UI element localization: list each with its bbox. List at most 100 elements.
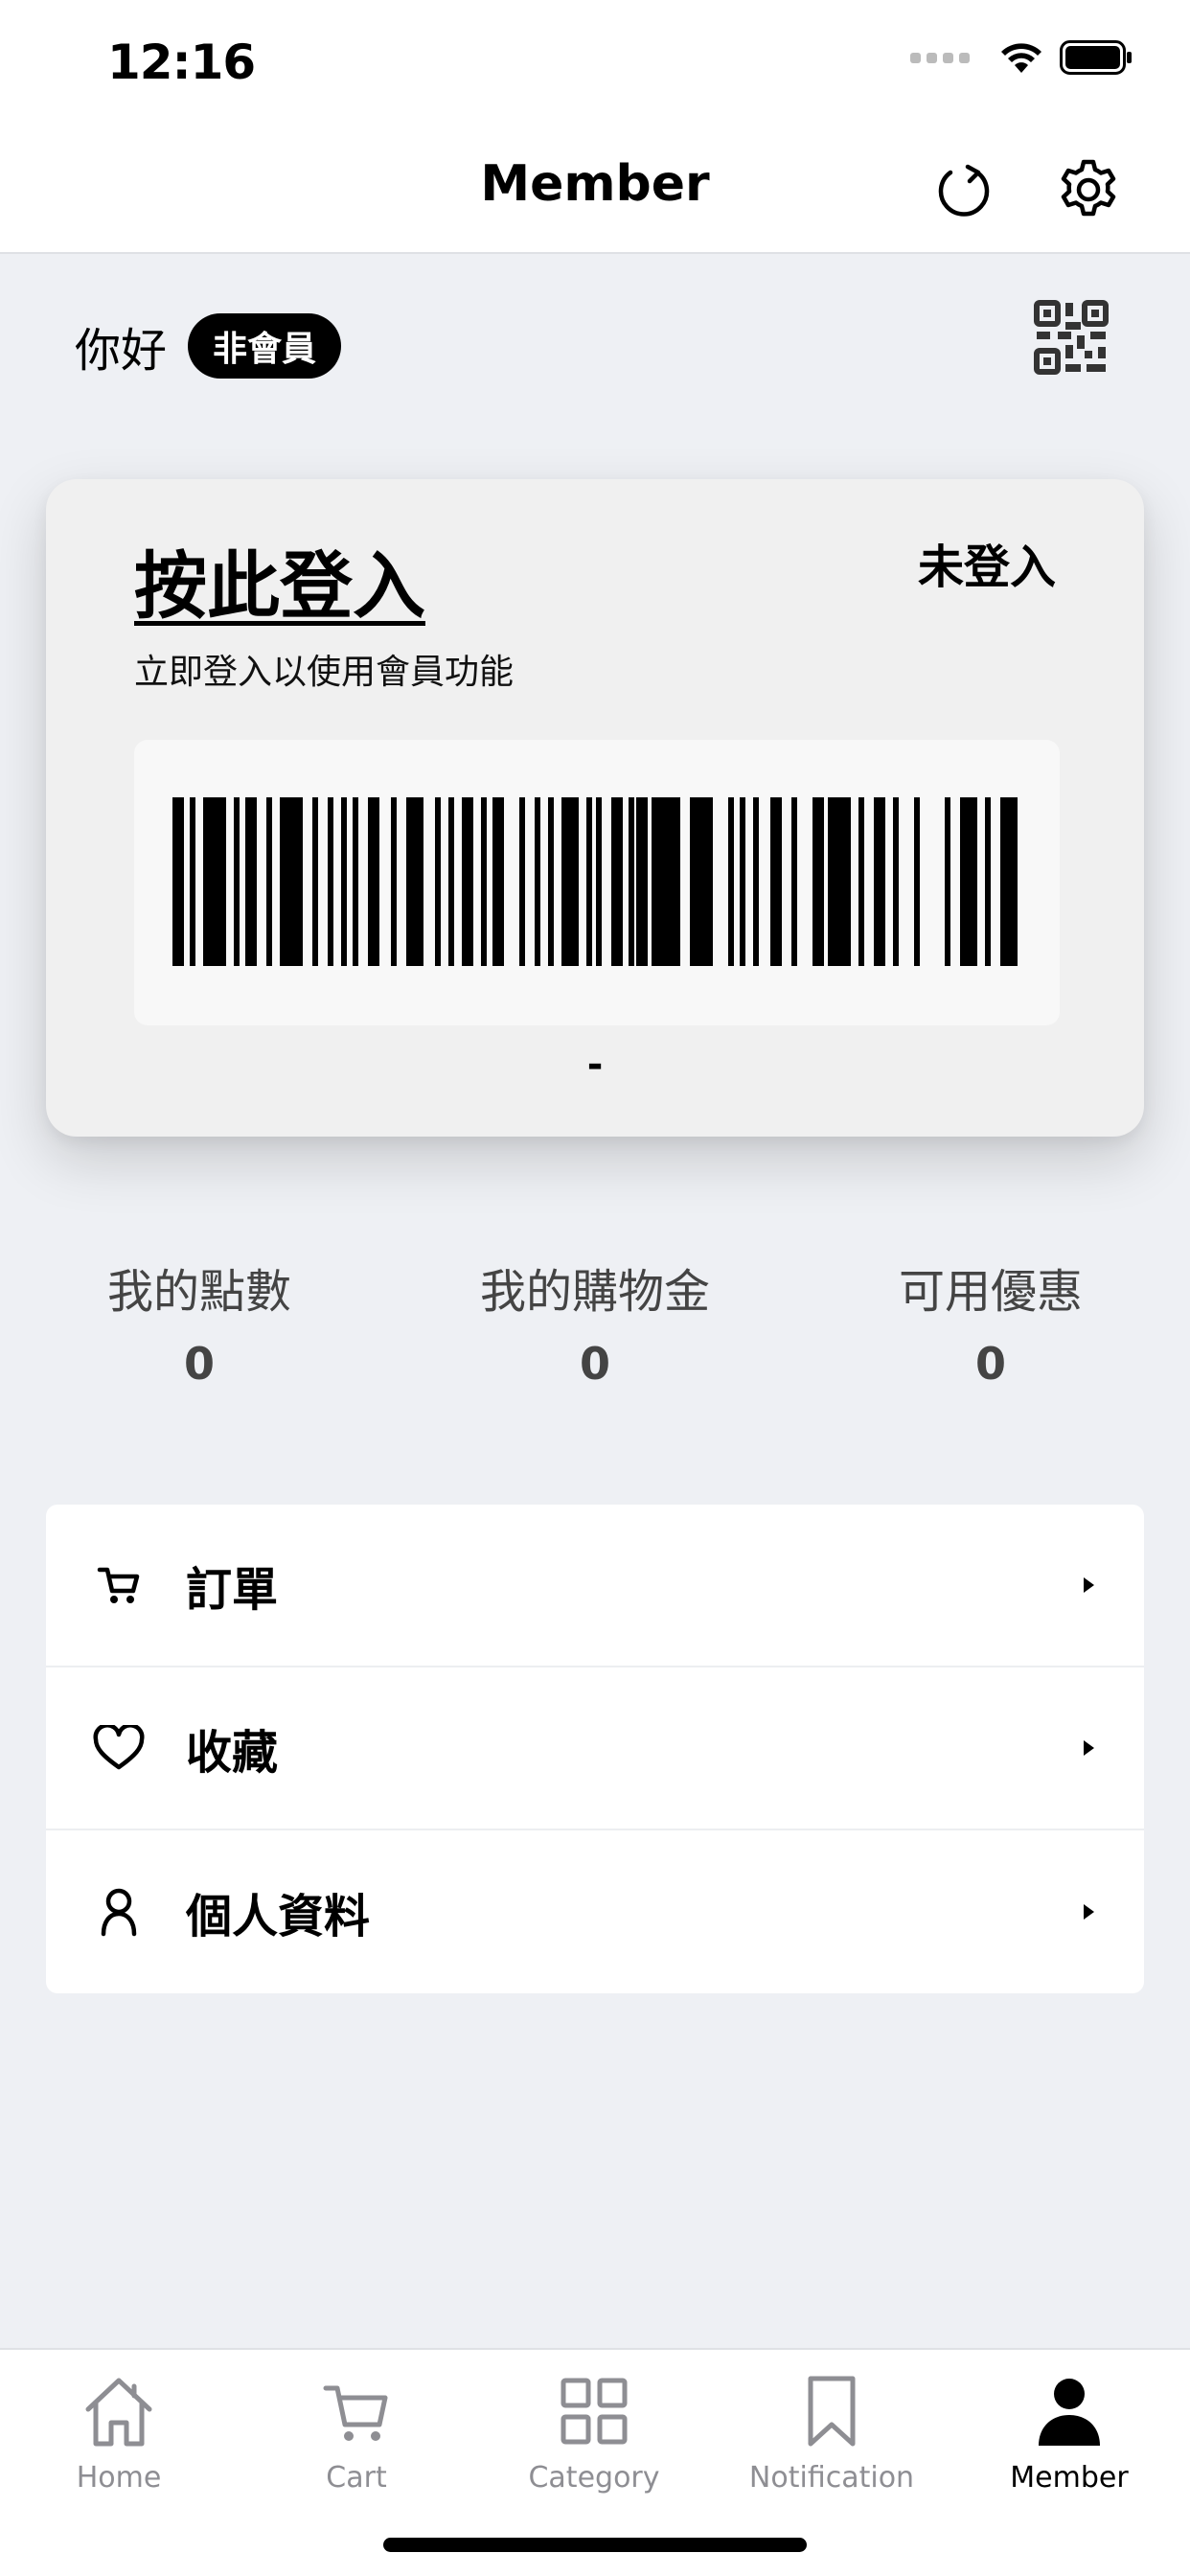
barcode-number: - <box>586 1043 604 1087</box>
menu-item-favorites[interactable]: 收藏 <box>46 1668 1144 1830</box>
barcode-bar <box>172 797 184 966</box>
barcode-bar <box>740 797 745 966</box>
cart-icon <box>88 1554 149 1616</box>
barcode-bar <box>629 797 634 966</box>
tab-label: Notification <box>748 2461 915 2495</box>
tab-label: Home <box>76 2461 162 2495</box>
tab-member[interactable]: Member <box>950 2371 1188 2495</box>
tab-notification[interactable]: Notification <box>713 2371 950 2495</box>
barcode-container <box>134 740 1060 1025</box>
barcode-bar <box>519 797 525 966</box>
barcode-bar <box>203 797 226 966</box>
tab-cart[interactable]: Cart <box>238 2371 475 2495</box>
menu-item-orders[interactable]: 訂單 <box>46 1505 1144 1668</box>
barcode-bar <box>657 797 680 966</box>
stat-coupons[interactable]: 可用優惠 0 <box>818 1254 1163 1390</box>
barcode-bar <box>190 797 195 966</box>
login-link[interactable]: 按此登入 <box>134 527 425 632</box>
barcode-bar <box>652 797 657 966</box>
qr-code-icon <box>1034 300 1109 375</box>
stat-label: 我的購物金 <box>479 1265 710 1319</box>
barcode-bar <box>406 797 423 966</box>
menu-item-profile[interactable]: 個人資料 <box>46 1830 1144 1993</box>
stat-shopping-credit[interactable]: 我的購物金 0 <box>423 1254 767 1390</box>
barcode-bar <box>960 797 977 966</box>
membership-badge: 非會員 <box>188 313 342 379</box>
home-icon <box>85 2378 152 2447</box>
barcode-bar <box>462 797 473 966</box>
barcode-bar <box>435 797 441 966</box>
nav-bar: Member <box>0 126 1190 254</box>
barcode-bar <box>312 797 318 966</box>
barcode-bar <box>535 797 540 966</box>
barcode-bar <box>328 797 333 966</box>
barcode-bar <box>874 797 885 966</box>
cart-icon <box>323 2385 388 2441</box>
person-icon <box>1039 2379 1100 2446</box>
barcode-bar <box>893 797 899 966</box>
stat-label: 可用優惠 <box>898 1265 1083 1319</box>
barcode-bar <box>548 797 554 966</box>
barcode-bar <box>561 797 579 966</box>
barcode-bar <box>728 797 734 966</box>
barcode-bar <box>368 797 379 966</box>
stat-label: 我的點數 <box>106 1265 291 1319</box>
barcode-bar <box>492 797 504 966</box>
menu-item-label: 個人資料 <box>186 1890 371 1944</box>
heart-icon <box>88 1717 149 1779</box>
chevron-right-icon <box>1084 1577 1094 1593</box>
status-indicators <box>910 40 1133 75</box>
greeting-row: 你好 非會員 <box>75 312 342 380</box>
barcode-bar <box>353 797 358 966</box>
page-title: Member <box>480 155 710 213</box>
menu-item-label: 收藏 <box>186 1726 279 1780</box>
barcode-bar <box>448 797 454 966</box>
settings-button[interactable] <box>1048 150 1129 230</box>
barcode-bar <box>770 797 782 966</box>
battery-icon <box>1060 40 1132 75</box>
barcode-bar <box>586 797 592 966</box>
stat-points[interactable]: 我的點數 0 <box>27 1254 372 1390</box>
barcode-bar <box>828 797 851 966</box>
stat-value: 0 <box>183 1338 215 1390</box>
barcode-bar <box>812 797 824 966</box>
qr-code-button[interactable] <box>1033 299 1110 376</box>
barcode-bar <box>858 797 864 966</box>
barcode-bar <box>1000 797 1018 966</box>
tab-label: Category <box>528 2461 660 2495</box>
tab-label: Member <box>1010 2461 1129 2495</box>
barcode-bar <box>341 797 347 966</box>
greeting-text: 你好 <box>75 324 168 378</box>
barcode-bar <box>791 797 797 966</box>
grid-icon <box>561 2378 628 2445</box>
refresh-button[interactable] <box>924 150 1004 230</box>
tab-home[interactable]: Home <box>0 2371 238 2495</box>
barcode-bar <box>945 797 950 966</box>
status-time: 12:16 <box>107 34 256 90</box>
signal-icon <box>910 52 970 63</box>
login-status: 未登入 <box>917 540 1056 594</box>
menu-item-label: 訂單 <box>186 1563 279 1617</box>
barcode-bar <box>245 797 257 966</box>
barcode-bar <box>596 797 602 966</box>
barcode-bar <box>985 797 991 966</box>
barcode-bar <box>914 797 920 966</box>
home-indicator <box>383 2538 807 2552</box>
barcode-bar <box>753 797 759 966</box>
bookmark-icon <box>808 2376 856 2447</box>
wifi-icon <box>1001 43 1041 73</box>
refresh-icon <box>938 164 990 217</box>
barcode-bar <box>690 797 713 966</box>
status-bar: 12:16 <box>0 0 1190 126</box>
chevron-right-icon <box>1084 1740 1094 1756</box>
menu-list: 訂單 收藏 個人資料 <box>46 1505 1144 1993</box>
member-stats: 我的點數 0 我的購物金 0 可用優惠 0 <box>0 1254 1190 1390</box>
tab-category[interactable]: Category <box>475 2371 713 2495</box>
login-subtitle: 立即登入以使用會員功能 <box>134 653 515 692</box>
barcode-bar <box>636 797 648 966</box>
barcode-bar <box>280 797 303 966</box>
barcode-bar <box>266 797 272 966</box>
chevron-right-icon <box>1084 1904 1094 1920</box>
barcode-bar <box>611 797 623 966</box>
barcode-bar <box>391 797 397 966</box>
